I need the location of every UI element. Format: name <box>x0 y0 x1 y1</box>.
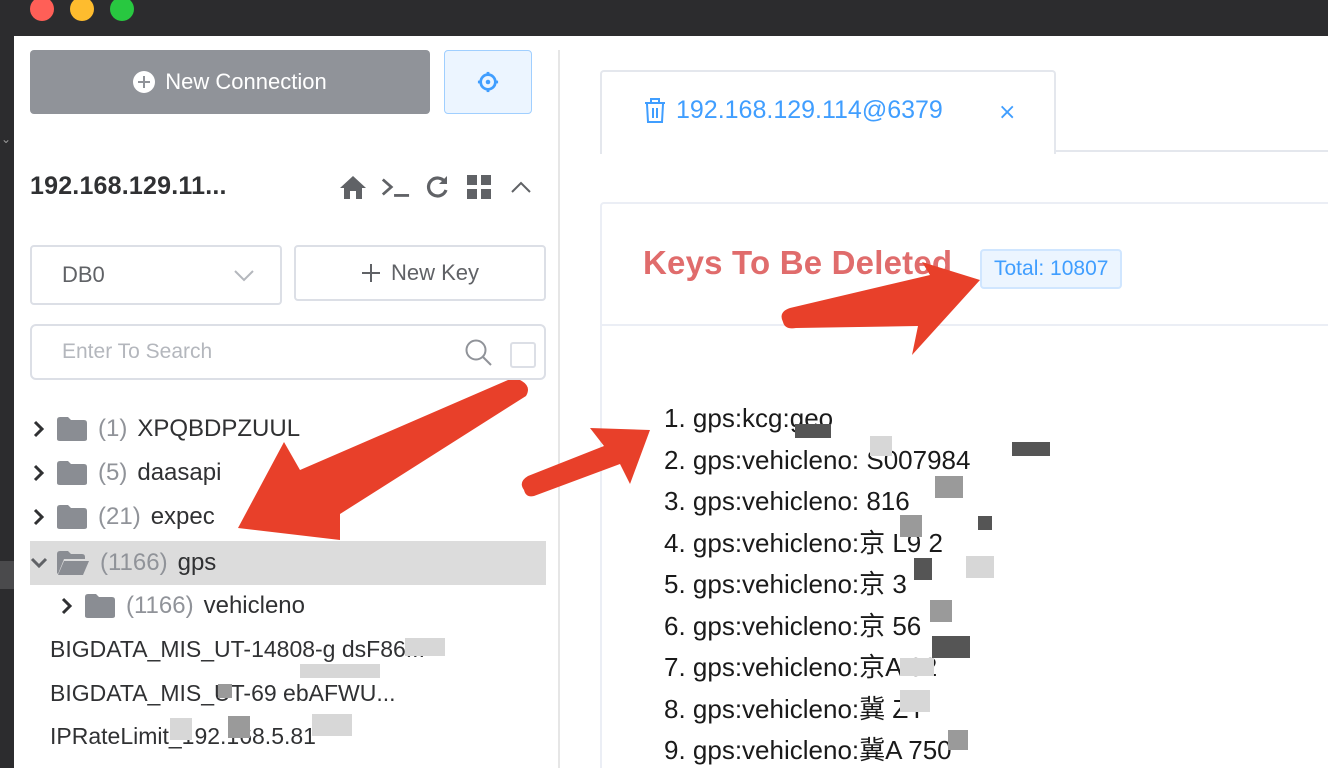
tree-name: vehicleno <box>203 592 305 619</box>
delete-key-item: 9. gps:vehicleno:冀A 750 <box>664 735 952 765</box>
window-zoom-button[interactable] <box>110 0 134 21</box>
connection-tab[interactable]: 192.168.129.114@6379 × <box>600 70 1056 154</box>
tree-folder-selected[interactable]: (1166) gps <box>30 541 546 585</box>
collapse-button[interactable] <box>506 172 536 202</box>
redaction-blur <box>900 690 930 712</box>
tab-bar-line <box>1054 150 1328 152</box>
folder-icon <box>84 593 116 619</box>
tab-content: 192.168.129.114@6379 <box>644 96 943 125</box>
delete-key-item: 6. gps:vehicleno:京 56 <box>664 610 922 641</box>
redaction-blur <box>948 730 968 750</box>
redaction-blur <box>900 658 934 676</box>
folder-icon <box>56 416 88 442</box>
redaction-blur <box>935 476 963 498</box>
chevron-down-icon <box>234 270 254 282</box>
close-icon[interactable]: × <box>998 100 1016 125</box>
new-key-button[interactable]: New Key <box>294 245 546 301</box>
search-placeholder: Enter To Search <box>62 340 213 363</box>
redaction-blur <box>870 436 892 456</box>
tree-name: expec <box>150 503 215 530</box>
search-input[interactable]: Enter To Search <box>30 324 546 380</box>
background-stripe <box>0 561 14 589</box>
tree-folder[interactable]: (21) expec <box>30 495 546 539</box>
redaction-blur <box>228 716 250 738</box>
chevron-up-icon <box>511 181 531 193</box>
chevron-right-icon[interactable] <box>58 597 76 615</box>
home-button[interactable] <box>338 172 368 202</box>
tree-name: XPQBDPZUUL <box>137 415 301 442</box>
tree-count: (1166) <box>100 549 168 576</box>
connection-name[interactable]: 192.168.129.11... <box>30 172 227 201</box>
exact-match-checkbox[interactable] <box>510 342 536 368</box>
terminal-button[interactable] <box>380 172 410 202</box>
tree-name: daasapi <box>137 459 222 486</box>
redaction-blur <box>914 558 932 580</box>
redaction-blur <box>1012 442 1050 456</box>
settings-button[interactable] <box>444 50 532 114</box>
sidebar-divider[interactable] <box>558 50 560 768</box>
home-icon <box>340 176 366 199</box>
refresh-icon <box>426 176 448 198</box>
settings-icon <box>477 71 499 93</box>
redaction-blur <box>405 638 445 656</box>
chevron-right-icon[interactable] <box>30 464 48 482</box>
tree-count: (5) <box>98 459 128 486</box>
tree-count: (1166) <box>126 592 194 619</box>
card-header-divider <box>602 324 1328 326</box>
redaction-blur <box>900 515 922 537</box>
tree-folder[interactable]: (1) XPQBDPZUUL <box>30 407 546 451</box>
redaction-blur <box>218 684 232 698</box>
redaction-blur <box>795 424 831 438</box>
new-key-label: New Key <box>390 260 480 285</box>
chevron-right-icon[interactable] <box>30 508 48 526</box>
tree-count: (21) <box>98 503 141 530</box>
delete-key-list: 1. gps:kcg:geo 2. gps:vehicleno: S007984… <box>664 398 970 768</box>
search-icon[interactable] <box>464 338 494 368</box>
tree-folder[interactable]: (5) daasapi <box>30 451 546 495</box>
card-title: Keys To Be Deleted <box>643 244 953 281</box>
total-badge: Total: 10807 <box>980 249 1123 289</box>
delete-key-item: 2. gps:vehicleno: S007984 <box>664 444 971 475</box>
grid-button[interactable] <box>464 172 494 202</box>
folder-open-icon <box>56 550 90 576</box>
new-connection-label: New Connection <box>165 69 327 94</box>
tree-folder[interactable]: (1166) vehicleno <box>58 584 546 628</box>
db-select-value: DB0 <box>62 262 105 287</box>
db-select[interactable]: DB0 <box>30 245 282 305</box>
chevron-right-icon[interactable] <box>30 420 48 438</box>
folder-icon <box>56 504 88 530</box>
tree-name: gps <box>177 549 217 576</box>
redaction-blur <box>978 516 992 530</box>
redaction-blur <box>300 664 380 678</box>
terminal-icon <box>381 178 410 197</box>
redaction-blur <box>932 636 970 658</box>
redaction-blur <box>966 556 994 578</box>
plus-circle-icon <box>133 71 156 93</box>
redaction-blur <box>170 718 192 740</box>
connection-toolbar <box>338 172 536 202</box>
window-minimize-button[interactable] <box>70 0 94 21</box>
window-close-button[interactable] <box>30 0 54 21</box>
tree-count: (1) <box>98 415 128 442</box>
trash-icon[interactable] <box>644 97 666 124</box>
new-connection-button[interactable]: New Connection <box>30 50 430 114</box>
delete-key-item: 3. gps:vehicleno: 816 <box>664 486 910 516</box>
tab-label: 192.168.129.114@6379 <box>676 96 943 124</box>
plus-icon <box>361 264 380 282</box>
key-item[interactable]: BIGDATA_MIS_UT-14808-g dsF86... <box>50 636 425 663</box>
grid-icon <box>467 175 491 199</box>
background-window-edge: ⌄ <box>0 36 14 768</box>
folder-icon <box>56 460 88 486</box>
redaction-blur <box>312 714 352 736</box>
chevron-down-icon[interactable] <box>30 557 48 569</box>
refresh-button[interactable] <box>422 172 452 202</box>
title-bar <box>0 0 1328 36</box>
redaction-blur <box>930 600 952 622</box>
app-window: ⌄ New Connection 192.168.129.11... DB0 N… <box>0 0 1328 768</box>
caret-icon: ⌄ <box>1 132 12 146</box>
